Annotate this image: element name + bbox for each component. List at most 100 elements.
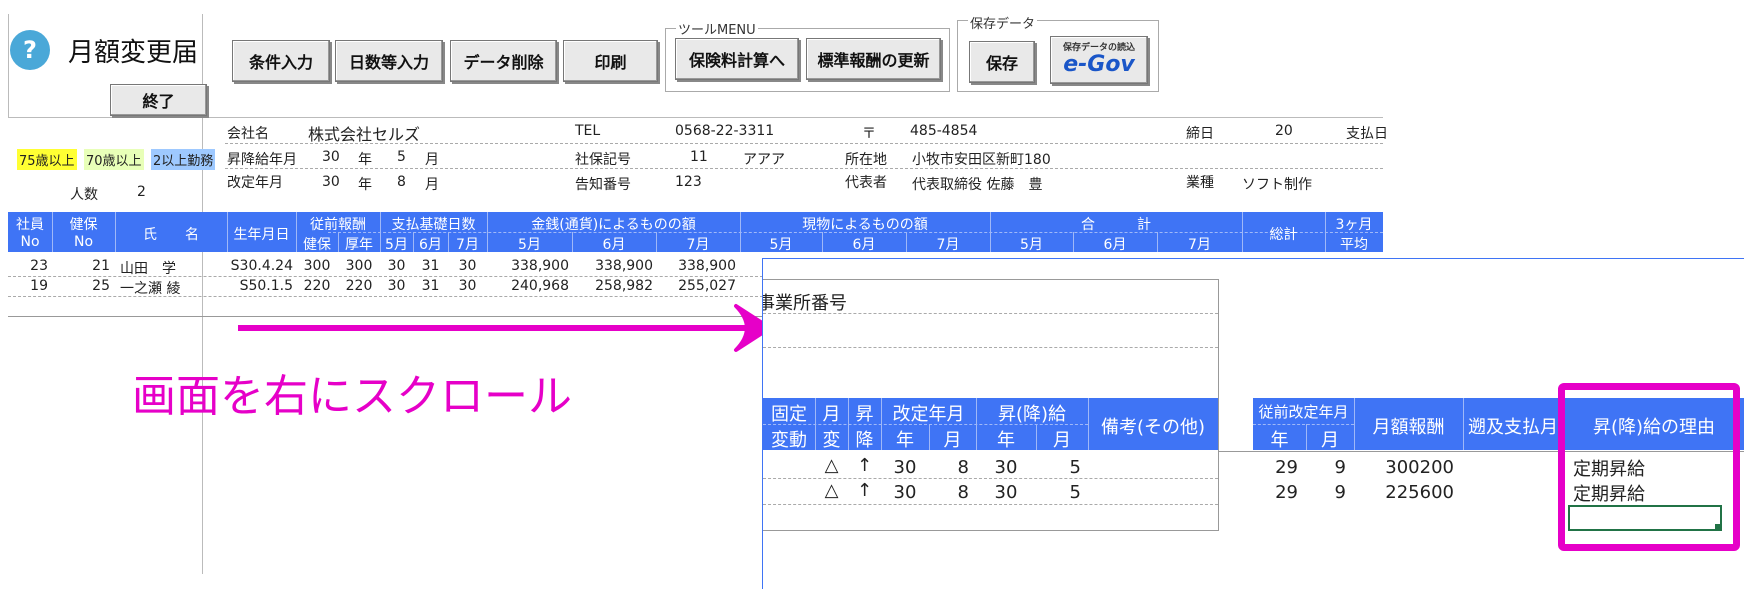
col-kenpo: 健保 [303,237,331,253]
raise-date-label: 昇降給年月 [227,152,297,168]
save-data-label: 保存データ [968,13,1038,32]
col-name: 氏 名 [143,227,199,243]
col-sum-may: 5月 [1020,237,1043,253]
delete-data-button[interactable]: データ削除 [450,40,557,82]
revise-year: 30 [322,174,340,190]
raise-year-unit: 年 [358,152,372,168]
pay-day-label: 支払日 [1346,126,1388,142]
headcount-label: 人数 [70,187,98,203]
revise-month-unit: 月 [425,177,439,193]
insurance-symbol-kana: アアア [743,152,785,168]
col-monthly-pay: 月額報酬 [1372,417,1445,438]
col-month-change: 月 [822,404,841,425]
col-kind-jul: 7月 [936,237,960,253]
col-month-change-sub: 変 [822,430,841,451]
col-raise-year: 年 [997,430,1015,451]
close-day-label: 締日 [1186,126,1214,142]
revise-month: 8 [397,174,406,190]
col-revise-month: 月 [943,430,962,451]
col-avg: 3ヶ月 [1335,217,1373,233]
revise-year-unit: 年 [358,177,372,193]
legend-multi-work: 2以上勤務 [151,149,216,170]
col-days-may: 5月 [385,237,408,253]
headcount-value: 2 [137,184,146,200]
raise-year: 30 [322,149,340,165]
col-days-jun: 6月 [419,237,442,253]
days-input-button[interactable]: 日数等入力 [335,40,443,82]
col-revise-year: 年 [896,430,914,451]
col-prev-month: 月 [1321,430,1339,451]
col-emp-no-sub: No [20,234,40,250]
print-button[interactable]: 印刷 [563,40,658,82]
tel-value: 0568-22-3311 [675,123,775,139]
close-day-value: 20 [1275,123,1293,139]
save-button[interactable]: 保存 [969,41,1035,83]
col-ins-no: 健保 [69,217,98,233]
col-cash-may: 5月 [518,237,541,253]
office-number-label: 事業所番号 [762,293,847,314]
col-revise-date: 改定年月 [892,404,965,425]
raise-month-unit: 月 [425,152,439,168]
col-cash-jul: 7月 [686,237,710,253]
legend-age75: 75歳以上 [17,149,77,170]
notice-no-value: 123 [675,174,702,190]
header-divider [8,117,1383,118]
col-sum: 合 計 [1081,217,1151,233]
col-kounen: 厚年 [345,237,373,253]
postal-label: 〒 [862,126,876,142]
scroll-instruction: 画面を右にスクロール [132,371,572,422]
col-cash-jun: 6月 [602,237,626,253]
col-avg-sub: 平均 [1340,237,1368,253]
tool-menu-label: ツールMENU [676,19,758,38]
zoomed-inset: 事業所番号 固定 変動 月 変 昇 降 改定年月 年 月 昇(降)給 年 月 備… [762,258,1744,589]
tel-label: TEL [575,123,601,139]
col-prev-year: 年 [1270,430,1289,451]
insurance-symbol-label: 社保記号 [575,152,631,168]
col-fixed-sub: 変動 [771,430,807,451]
company-name: 株式会社セルズ [308,125,421,144]
col-prev-pay: 従前報酬 [310,217,366,233]
col-note: 備考(その他) [1100,417,1206,438]
legend-age70: 70歳以上 [84,149,144,170]
raise-month: 5 [397,149,406,165]
help-icon[interactable]: ? [10,30,50,70]
insurance-calc-button[interactable]: 保険料計算へ [675,38,799,80]
col-up-down: 昇 [855,404,874,425]
col-prev-revise: 従前改定年月 [1258,403,1349,421]
postal-value: 485-4854 [910,123,978,139]
revise-date-label: 改定年月 [227,175,283,191]
col-retro-month: 遡及支払月 [1468,417,1558,438]
company-label: 会社名 [227,126,269,142]
exit-button[interactable]: 終了 [110,84,207,116]
representative-label: 代表者 [845,175,887,191]
condition-input-button[interactable]: 条件入力 [232,40,330,82]
egov-logo: e-Gov [1063,52,1135,77]
left-border [8,14,9,118]
egov-load-button[interactable]: 保存データの読込 e-Gov [1050,36,1148,84]
col-days-jul: 7月 [456,237,479,253]
col-in-kind: 現物によるものの額 [802,217,928,233]
col-ins-no-sub: No [73,234,94,250]
page-title: 月額変更届 [68,38,199,68]
col-raise-date: 昇(降)給 [997,404,1067,425]
industry-label: 業種 [1186,175,1214,191]
col-sum-jul: 7月 [1188,237,1211,253]
col-fixed: 固定 [771,404,807,425]
col-birth: 生年月日 [233,227,290,243]
col-raise-month: 月 [1053,430,1071,451]
reason-highlight-box [1558,383,1740,551]
industry-value: ソフト制作 [1242,177,1312,193]
col-emp-no: 社員 [16,217,44,233]
col-total: 総計 [1269,227,1298,243]
insurance-symbol-no: 11 [690,149,708,165]
col-up-down-sub: 降 [855,430,874,451]
notice-no-label: 告知番号 [575,177,631,193]
address-value: 小牧市安田区新町180 [912,152,1051,168]
col-sum-jun: 6月 [1103,237,1127,253]
standard-pay-update-button[interactable]: 標準報酬の更新 [806,38,941,80]
address-label: 所在地 [845,152,887,168]
col-pay-days: 支払基礎日数 [391,217,476,233]
col-kind-may: 5月 [769,237,793,253]
representative-value: 代表取締役 佐藤 豊 [912,177,1043,193]
col-cash: 金銭(通貨)によるものの額 [531,217,696,233]
